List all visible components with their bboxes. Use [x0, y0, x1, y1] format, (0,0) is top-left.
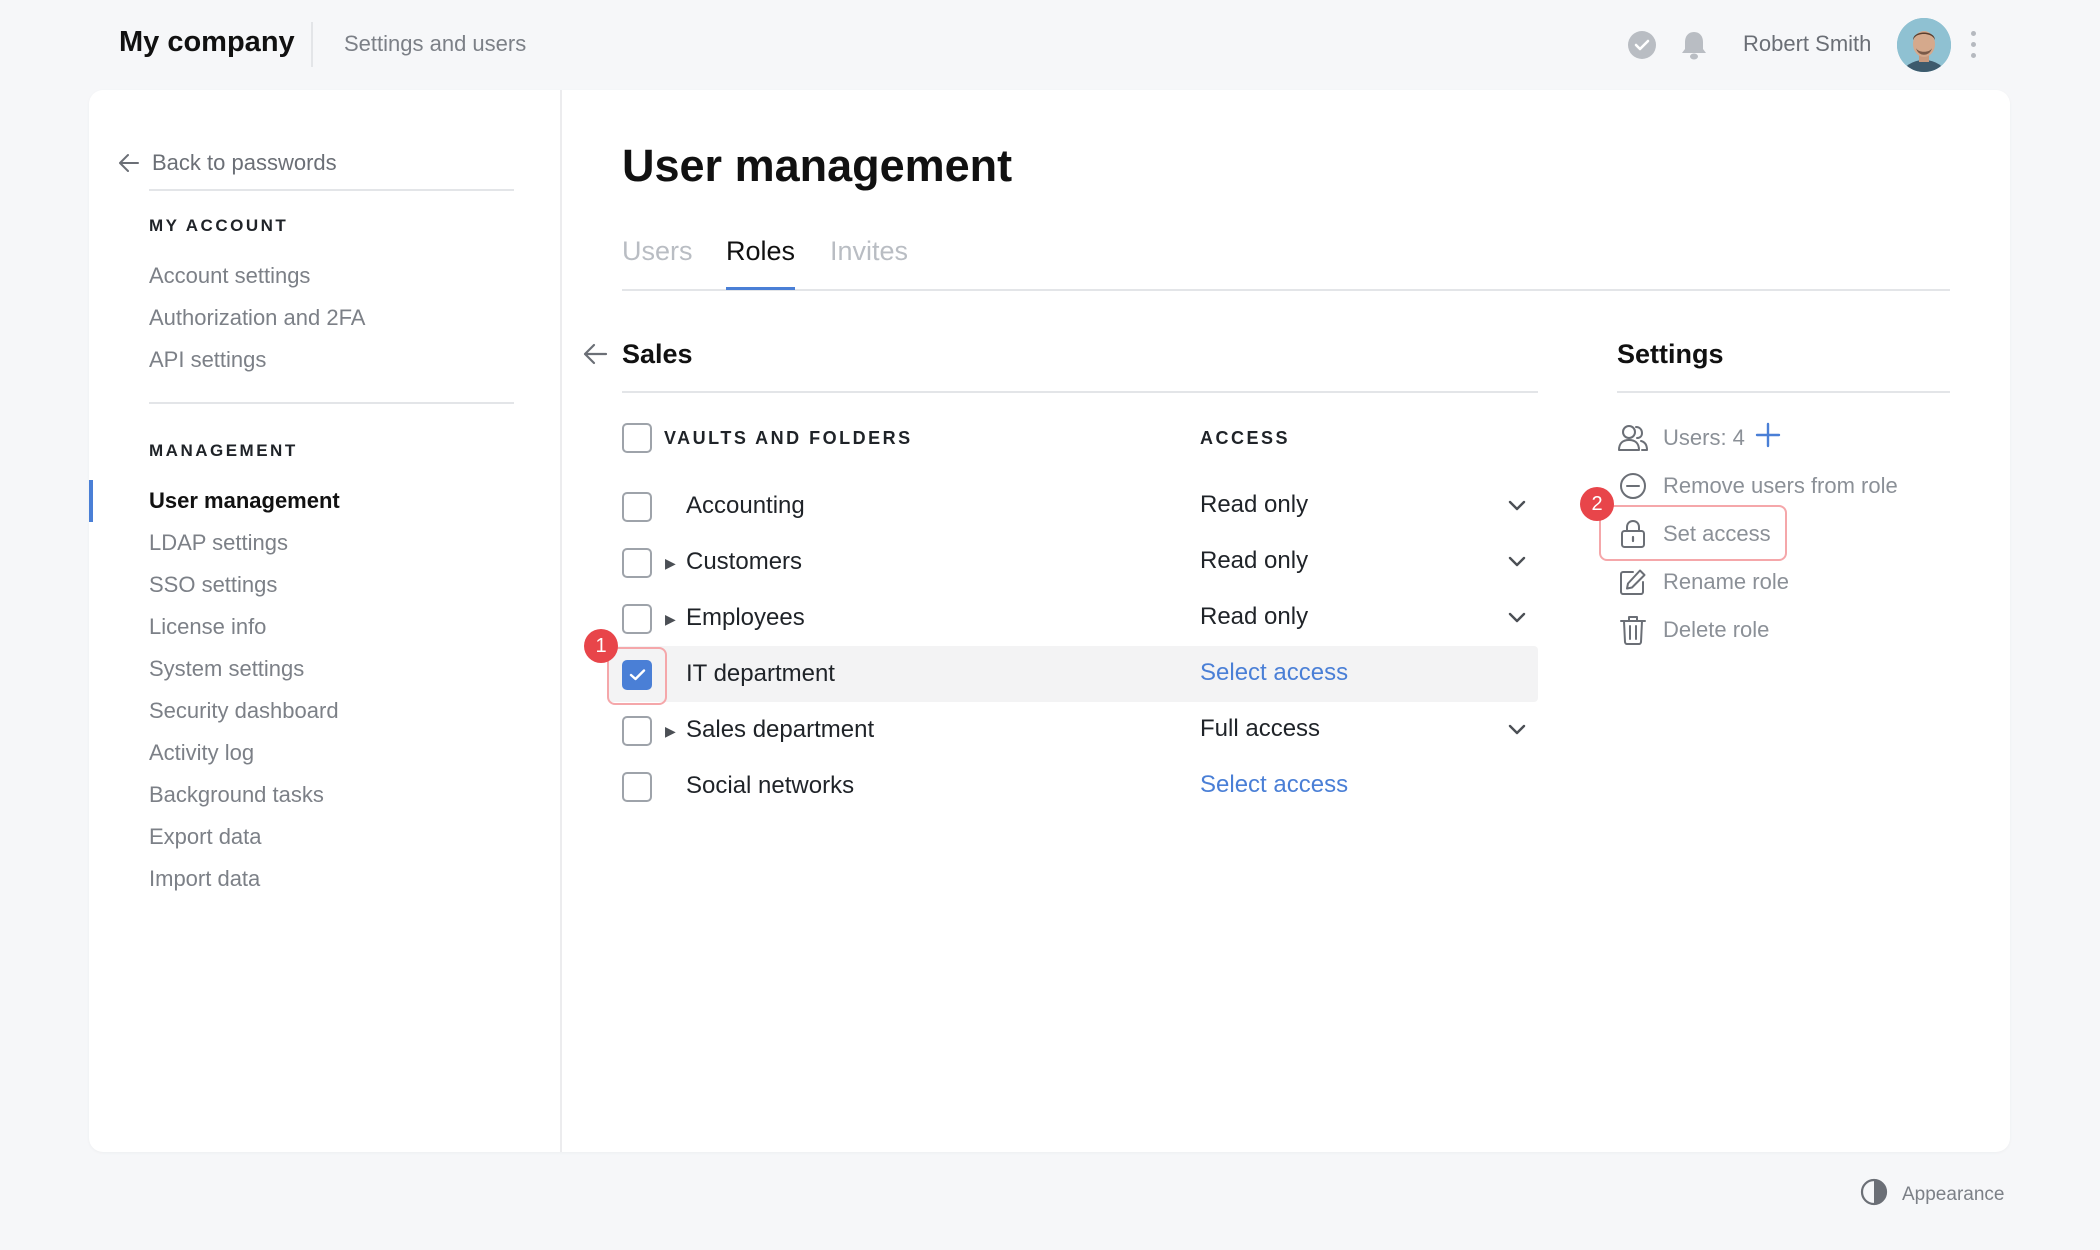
add-user-plus-icon[interactable]: [1755, 422, 1781, 454]
role-name: Sales: [622, 339, 693, 369]
trash-icon: [1617, 614, 1649, 646]
row-checkbox-accounting[interactable]: [622, 492, 652, 522]
set-access-label: Set access: [1663, 521, 1771, 546]
access-select-employees[interactable]: Read only: [1200, 603, 1308, 631]
row-checkbox-employees[interactable]: [622, 604, 652, 634]
status-check-icon[interactable]: [1628, 31, 1656, 59]
access-select-accounting[interactable]: Read only: [1200, 491, 1308, 519]
column-header-vaults: VAULTS AND FOLDERS: [664, 428, 913, 448]
row-name-sales-department[interactable]: Sales department: [686, 716, 874, 744]
column-header-access: ACCESS: [1200, 428, 1291, 448]
header-divider: [311, 22, 313, 67]
sidebar-item-security-dashboard[interactable]: Security dashboard: [149, 698, 339, 724]
active-tab-indicator: [726, 287, 795, 290]
user-name[interactable]: Robert Smith: [1743, 31, 1871, 57]
delete-role-label: Delete role: [1663, 617, 1770, 642]
row-checkbox-it-department[interactable]: [622, 660, 652, 690]
sidebar-item-activity-log[interactable]: Activity log: [149, 740, 254, 766]
sidebar-divider-line: [149, 402, 514, 404]
management-heading: MANAGEMENT: [149, 441, 298, 460]
rename-role-button[interactable]: Rename role: [1617, 565, 1789, 599]
chevron-down-icon[interactable]: [1505, 606, 1529, 630]
sidebar-item-ldap-settings[interactable]: LDAP settings: [149, 530, 288, 556]
expand-triangle-icon[interactable]: ▶: [665, 723, 676, 740]
settings-title: Settings: [1617, 339, 1724, 369]
row-name-accounting[interactable]: Accounting: [686, 492, 805, 520]
row-name-employees[interactable]: Employees: [686, 604, 805, 632]
chevron-down-icon[interactable]: [1505, 494, 1529, 518]
users-icon: [1617, 422, 1649, 454]
sidebar-item-system-settings[interactable]: System settings: [149, 656, 304, 682]
row-name-customers[interactable]: Customers: [686, 548, 802, 576]
minus-circle-icon: [1617, 470, 1649, 502]
remove-users-label: Remove users from role: [1663, 473, 1898, 498]
row-checkbox-social-networks[interactable]: [622, 772, 652, 802]
users-count-label: Users: 4: [1663, 425, 1745, 450]
annotation-badge-1: 1: [584, 629, 618, 663]
chevron-down-icon[interactable]: [1505, 550, 1529, 574]
tab-roles[interactable]: Roles: [726, 236, 795, 267]
row-name-it-department[interactable]: IT department: [686, 660, 835, 688]
users-count-item: Users: 4: [1617, 421, 1781, 455]
row-checkbox-customers[interactable]: [622, 548, 652, 578]
sidebar-item-license-info[interactable]: License info: [149, 614, 266, 640]
sidebar-divider: [560, 90, 562, 1152]
rename-role-label: Rename role: [1663, 569, 1789, 594]
settings-divider: [1617, 391, 1950, 393]
tab-users[interactable]: Users: [622, 236, 693, 267]
lock-icon: [1617, 518, 1649, 550]
tab-invites[interactable]: Invites: [830, 236, 908, 267]
sidebar-item-authorization-2fa[interactable]: Authorization and 2FA: [149, 305, 365, 331]
page-title: User management: [622, 140, 1013, 191]
section-divider: [622, 391, 1538, 393]
breadcrumb: Settings and users: [344, 31, 527, 56]
back-arrow-icon[interactable]: [582, 342, 608, 371]
back-label: Back to passwords: [152, 150, 337, 175]
sidebar-item-account-settings[interactable]: Account settings: [149, 263, 310, 289]
sidebar-item-background-tasks[interactable]: Background tasks: [149, 782, 324, 808]
access-select-customers[interactable]: Read only: [1200, 547, 1308, 575]
access-select-sales-department[interactable]: Full access: [1200, 715, 1320, 743]
company-name[interactable]: My company: [119, 26, 295, 59]
delete-role-button[interactable]: Delete role: [1617, 613, 1769, 647]
more-menu-icon[interactable]: [1968, 31, 1978, 61]
sidebar-item-export-data[interactable]: Export data: [149, 824, 262, 850]
remove-users-from-role-button[interactable]: Remove users from role: [1617, 469, 1898, 503]
annotation-badge-2: 2: [1580, 487, 1614, 521]
notifications-bell-icon[interactable]: [1678, 28, 1710, 62]
edit-pencil-icon: [1617, 566, 1649, 598]
set-access-button[interactable]: Set access: [1617, 517, 1771, 551]
avatar[interactable]: [1897, 18, 1951, 72]
arrow-left-icon: [119, 154, 139, 172]
top-bar: My company Settings and users Robert Smi…: [0, 0, 2100, 90]
back-to-passwords-link[interactable]: Back to passwords: [118, 148, 337, 178]
row-checkbox-sales-department[interactable]: [622, 716, 652, 746]
chevron-down-icon[interactable]: [1505, 718, 1529, 742]
appearance-label: Appearance: [1902, 1184, 2005, 1205]
sidebar-item-api-settings[interactable]: API settings: [149, 347, 266, 373]
sidebar-divider-line: [149, 189, 514, 191]
select-access-link-it-department[interactable]: Select access: [1200, 659, 1348, 687]
sidebar-item-user-management[interactable]: User management: [149, 488, 340, 514]
tabs-divider: [622, 289, 1950, 291]
select-all-checkbox[interactable]: [622, 423, 652, 453]
my-account-heading: MY ACCOUNT: [149, 216, 289, 235]
expand-triangle-icon[interactable]: ▶: [665, 555, 676, 572]
expand-triangle-icon[interactable]: ▶: [665, 611, 676, 628]
sidebar-item-import-data[interactable]: Import data: [149, 866, 260, 892]
active-indicator: [89, 480, 93, 522]
row-name-social-networks[interactable]: Social networks: [686, 772, 854, 800]
select-access-link-social-networks[interactable]: Select access: [1200, 771, 1348, 799]
appearance-toggle[interactable]: Appearance: [1860, 1178, 2005, 1212]
half-circle-contrast-icon: [1860, 1178, 1888, 1212]
sidebar-item-sso-settings[interactable]: SSO settings: [149, 572, 277, 598]
